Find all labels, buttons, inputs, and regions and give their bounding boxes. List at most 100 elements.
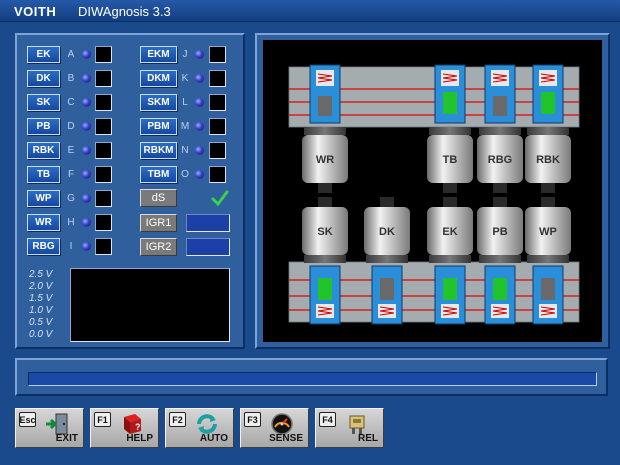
svg-text:?: ? (135, 422, 141, 432)
signal-tbm-button[interactable]: TBM (140, 166, 177, 183)
signal-ekm-button[interactable]: EKM (140, 46, 177, 63)
valve-label: EK (442, 226, 457, 238)
top-cartridge (532, 64, 564, 124)
led-indicator-icon (82, 50, 91, 59)
signal-letter: F (67, 169, 75, 180)
voltage-label: 0.0 V (29, 329, 53, 340)
signal-dkm-button[interactable]: DKM (140, 70, 177, 87)
signal-tb-button[interactable]: TB (27, 166, 60, 183)
bottom-cartridge (309, 265, 341, 325)
key-code: F4 (319, 412, 336, 427)
signal-letter: D (67, 121, 75, 132)
ds-button[interactable]: dS (140, 189, 177, 207)
signal-letter: O (181, 169, 189, 180)
key-label: REL (358, 433, 378, 444)
bottom-cartridge (434, 265, 466, 325)
key-code: F1 (94, 412, 111, 427)
rel-button[interactable]: F4 REL (315, 408, 384, 448)
signal-indicator (95, 190, 112, 207)
key-label: EXIT (55, 433, 78, 444)
help-button[interactable]: F1 ? HELP (90, 408, 159, 448)
led-indicator-icon (82, 146, 91, 155)
signal-letter: C (67, 97, 75, 108)
led-indicator-icon (82, 122, 91, 131)
led-indicator-icon (195, 50, 204, 59)
signal-dk-button[interactable]: DK (27, 70, 60, 87)
signal-rbk-button[interactable]: RBK (27, 142, 60, 159)
led-indicator-icon (195, 146, 204, 155)
valve-label: WR (316, 154, 334, 166)
bottom-cartridge (484, 265, 516, 325)
signal-panel: EK A DK B SK C PB D RBK E TB F WP G WR H… (15, 33, 245, 349)
voltage-label: 1.0 V (29, 305, 53, 316)
check-icon (211, 189, 229, 207)
key-label: AUTO (199, 433, 228, 444)
top-cartridge (434, 64, 466, 124)
signal-letter: N (181, 145, 189, 156)
signal-indicator (209, 118, 226, 135)
igr1-button[interactable]: IGR1 (140, 214, 177, 232)
signal-skm-button[interactable]: SKM (140, 94, 177, 111)
key-label: HELP (126, 433, 153, 444)
led-indicator-icon (82, 74, 91, 83)
signal-letter: L (182, 97, 188, 108)
signal-wp-button[interactable]: WP (27, 190, 60, 207)
key-code: Esc (19, 412, 36, 427)
progress-panel (15, 358, 608, 396)
voltage-graph (70, 268, 230, 342)
led-indicator-icon (82, 98, 91, 107)
signal-indicator (209, 46, 226, 63)
signal-rbkm-button[interactable]: RBKM (140, 142, 177, 159)
top-cartridge (484, 64, 516, 124)
signal-rbg-button[interactable]: RBG (27, 238, 60, 255)
bottom-cartridge (371, 265, 403, 325)
igr2-button[interactable]: IGR2 (140, 238, 177, 256)
auto-button[interactable]: F2 AUTO (165, 408, 234, 448)
signal-letter: A (67, 49, 75, 60)
igr2-field (186, 238, 230, 256)
app-title: DIWAgnosis 3.3 (78, 4, 171, 19)
valve-label: RBG (488, 154, 512, 166)
sense-button[interactable]: F3 SENSE (240, 408, 309, 448)
top-cartridge (309, 64, 341, 124)
signal-ek-button[interactable]: EK (27, 46, 60, 63)
title-bar: VOITH DIWAgnosis 3.3 (0, 0, 620, 22)
voltage-label: 0.5 V (29, 317, 53, 328)
valve-label: SK (317, 226, 332, 238)
signal-pb-button[interactable]: PB (27, 118, 60, 135)
led-indicator-icon (195, 122, 204, 131)
signal-pbm-button[interactable]: PBM (140, 118, 177, 135)
valve-schematic: WR TB RBG RBK SK DK EK PB WP (288, 64, 580, 325)
led-indicator-icon (82, 170, 91, 179)
valve-label: PB (492, 226, 507, 238)
hydraulic-diagram-panel: WR TB RBG RBK SK DK EK PB WP (255, 33, 610, 349)
signal-indicator (95, 70, 112, 87)
signal-letter: J (182, 49, 188, 60)
bottom-cartridge (532, 265, 564, 325)
signal-letter: H (67, 217, 75, 228)
signal-indicator (209, 166, 226, 183)
signal-letter: E (67, 145, 75, 156)
led-indicator-icon (82, 218, 91, 227)
signal-indicator (95, 214, 112, 231)
valve-label: RBK (536, 154, 560, 166)
voltage-label: 2.0 V (29, 281, 53, 292)
signal-wr-button[interactable]: WR (27, 214, 60, 231)
signal-indicator (209, 70, 226, 87)
exit-button[interactable]: Esc EXIT (15, 408, 84, 448)
signal-sk-button[interactable]: SK (27, 94, 60, 111)
signal-letter: M (180, 121, 190, 132)
key-label: SENSE (269, 433, 303, 444)
signal-indicator (95, 46, 112, 63)
led-indicator-icon (82, 194, 91, 203)
hydraulic-diagram: WR TB RBG RBK SK DK EK PB WP (263, 40, 602, 342)
signal-letter: G (67, 193, 75, 204)
led-indicator-icon (195, 98, 204, 107)
key-code: F3 (244, 412, 261, 427)
signal-indicator (95, 118, 112, 135)
voltage-label: 1.5 V (29, 293, 53, 304)
voltage-label: 2.5 V (29, 269, 53, 280)
led-indicator-icon (82, 242, 91, 251)
signal-indicator (209, 142, 226, 159)
valve-label: DK (379, 226, 395, 238)
